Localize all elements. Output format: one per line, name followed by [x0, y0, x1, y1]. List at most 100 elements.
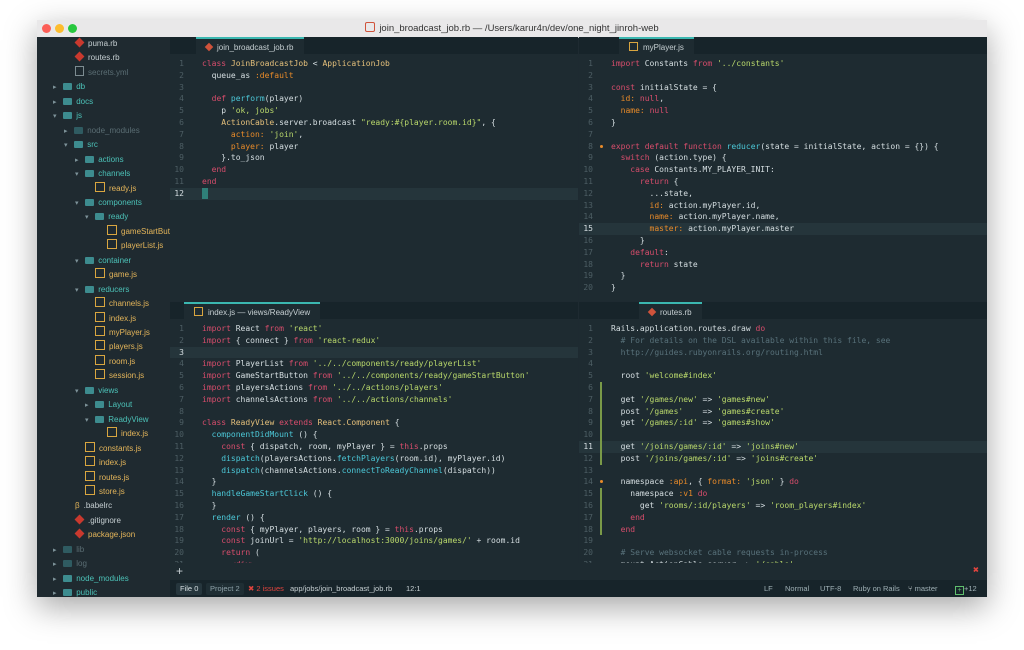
chevron-right-icon[interactable]: ▸ — [53, 96, 61, 110]
tree-item[interactable]: ▸ node_modules — [53, 572, 129, 586]
chevron-down-icon[interactable]: ▾ — [75, 168, 83, 182]
file-tab[interactable]: File 0 — [176, 583, 203, 595]
line-number: 17 — [583, 512, 593, 522]
chevron-right-icon[interactable]: ▸ — [53, 558, 61, 572]
chevron-down-icon[interactable]: ▾ — [53, 110, 61, 124]
tree-item[interactable]: routes.js — [85, 470, 129, 485]
encoding[interactable]: UTF-8 — [820, 580, 841, 597]
chevron-right-icon[interactable]: ▸ — [53, 587, 61, 597]
tree-item[interactable]: channels.js — [95, 297, 149, 311]
code-text: action: 'join', — [230, 129, 304, 139]
tree-item[interactable]: index.js — [85, 456, 126, 470]
tree-item[interactable]: β .babelrc — [75, 499, 112, 513]
code-editor[interactable]: 1 import Constants from '../constants' 2 3 c… — [579, 58, 987, 301]
code-editor[interactable]: 1 import React from 'react' 2 import { conn… — [170, 323, 578, 563]
tree-item[interactable]: ▾ js — [53, 109, 82, 123]
tab-readyview-index[interactable]: index.js — views/ReadyView — [184, 302, 321, 319]
issues-indicator[interactable]: ✖ 2 issues — [248, 580, 284, 597]
chevron-down-icon[interactable]: ▾ — [75, 197, 83, 211]
tree-item[interactable]: ▾ ready — [85, 210, 128, 224]
code-editor[interactable]: 1 Rails.application.routes.draw do 2 # For… — [579, 323, 987, 563]
line-number: 6 — [179, 117, 184, 127]
vim-mode[interactable]: Normal — [785, 580, 809, 597]
tree-item[interactable]: ▸ Layout — [85, 398, 132, 412]
git-branch[interactable]: ⑂ master — [908, 580, 938, 597]
code-editor[interactable]: 1 class JoinBroadcastJob < ApplicationJob… — [170, 58, 578, 301]
tree-item[interactable]: ▾ ReadyView — [85, 413, 149, 427]
code-text: import Constants from '../constants' — [611, 59, 785, 68]
project-tab[interactable]: Project 2 — [206, 583, 244, 595]
code-line: 2 queue_as :default — [170, 70, 578, 82]
chevron-down-icon[interactable]: ▾ — [64, 139, 72, 153]
tree-item-label: Layout — [108, 400, 133, 410]
tree-item[interactable]: session.js — [95, 369, 144, 383]
tree-item[interactable]: ▸ db — [53, 80, 85, 94]
tree-item[interactable]: gameStartBut — [107, 224, 170, 239]
line-number: 6 — [588, 117, 593, 127]
tree-item[interactable]: index.js — [107, 427, 148, 441]
tree-item[interactable]: routes.rb — [74, 51, 120, 65]
tree-item[interactable]: ▸ log — [53, 557, 87, 571]
tree-item[interactable]: package.json — [74, 528, 135, 542]
chevron-down-icon[interactable]: ▾ — [85, 211, 93, 225]
tree-item[interactable]: ▾ src — [64, 138, 98, 152]
add-dock-button[interactable]: + — [176, 564, 183, 578]
tree-item[interactable]: room.js — [95, 354, 136, 369]
tree-item[interactable]: ▸ docs — [53, 95, 93, 109]
chevron-down-icon[interactable]: ▾ — [75, 255, 83, 269]
tab-join-broadcast-job[interactable]: join_broadcast_job.rb — [196, 37, 304, 54]
tree-item[interactable]: secrets.yml — [75, 65, 128, 80]
tree-item[interactable]: index.js — [95, 311, 136, 326]
tree-item-label: lib — [76, 544, 85, 554]
code-line: 17 end — [579, 511, 987, 524]
tree-item[interactable]: players.js — [95, 340, 143, 354]
git-modified-marker — [600, 429, 602, 441]
tree-item-label: node_modules — [76, 573, 129, 583]
tree-item[interactable]: ▸ lib — [53, 543, 84, 557]
chevron-down-icon[interactable]: ▾ — [75, 385, 83, 399]
line-number: 20 — [583, 548, 593, 558]
js-file-icon — [95, 297, 105, 308]
file-path[interactable]: app/jobs/join_broadcast_job.rb — [290, 580, 392, 597]
line-number: 16 — [583, 500, 593, 510]
close-icon[interactable]: ✖ — [973, 565, 979, 576]
code-line: 15 handleGameStartClick () { — [170, 488, 578, 500]
tree-item[interactable]: playerList.js — [107, 239, 163, 253]
chevron-right-icon[interactable]: ▸ — [85, 399, 93, 413]
tree-item-label: room.js — [109, 356, 136, 366]
git-changes[interactable]: + +12 — [955, 580, 977, 597]
tree-item[interactable]: .gitignore — [74, 514, 121, 528]
chevron-right-icon[interactable]: ▸ — [64, 125, 72, 139]
tree-item[interactable]: ready.js — [95, 181, 136, 196]
tree-item[interactable]: ▸ node_modules — [64, 124, 140, 138]
grammar[interactable]: Ruby on Rails — [853, 580, 900, 597]
chevron-right-icon[interactable]: ▸ — [53, 573, 61, 587]
tree-item[interactable]: constants.js — [85, 441, 141, 456]
tree-item[interactable]: ▾ channels — [75, 167, 130, 181]
tree-item[interactable]: store.js — [85, 484, 125, 499]
tree-item[interactable]: myPlayer.js — [95, 326, 150, 340]
code-text: post '/joins/games/:id' => 'joins#create… — [611, 453, 819, 463]
line-number: 8 — [588, 406, 593, 416]
line-number: 1 — [588, 324, 593, 333]
tree-item[interactable]: ▾ container — [75, 254, 131, 268]
cursor-position[interactable]: 12:1 — [406, 580, 421, 597]
tree-item[interactable]: puma.rb — [74, 37, 118, 51]
tree-item-label: puma.rb — [88, 39, 118, 48]
chevron-down-icon[interactable]: ▾ — [75, 284, 83, 298]
tree-item[interactable]: ▾ reducers — [75, 283, 129, 297]
tree-item[interactable]: ▸ actions — [75, 153, 124, 167]
tab-myplayer[interactable]: myPlayer.js — [619, 37, 694, 54]
chevron-right-icon[interactable]: ▸ — [53, 544, 61, 558]
chevron-right-icon[interactable]: ▸ — [53, 81, 61, 95]
tree-item[interactable]: ▾ views — [75, 384, 118, 398]
tree-item[interactable]: game.js — [95, 268, 137, 282]
bottom-dock: + ✖ — [170, 563, 987, 580]
code-text: ...state, — [611, 188, 693, 198]
tab-routes[interactable]: routes.rb — [639, 302, 702, 319]
tree-item[interactable]: ▾ components — [75, 196, 142, 210]
line-ending[interactable]: LF — [764, 580, 773, 597]
chevron-right-icon[interactable]: ▸ — [75, 154, 83, 168]
tree-item[interactable]: ▸ public — [53, 586, 97, 597]
chevron-down-icon[interactable]: ▾ — [85, 414, 93, 428]
